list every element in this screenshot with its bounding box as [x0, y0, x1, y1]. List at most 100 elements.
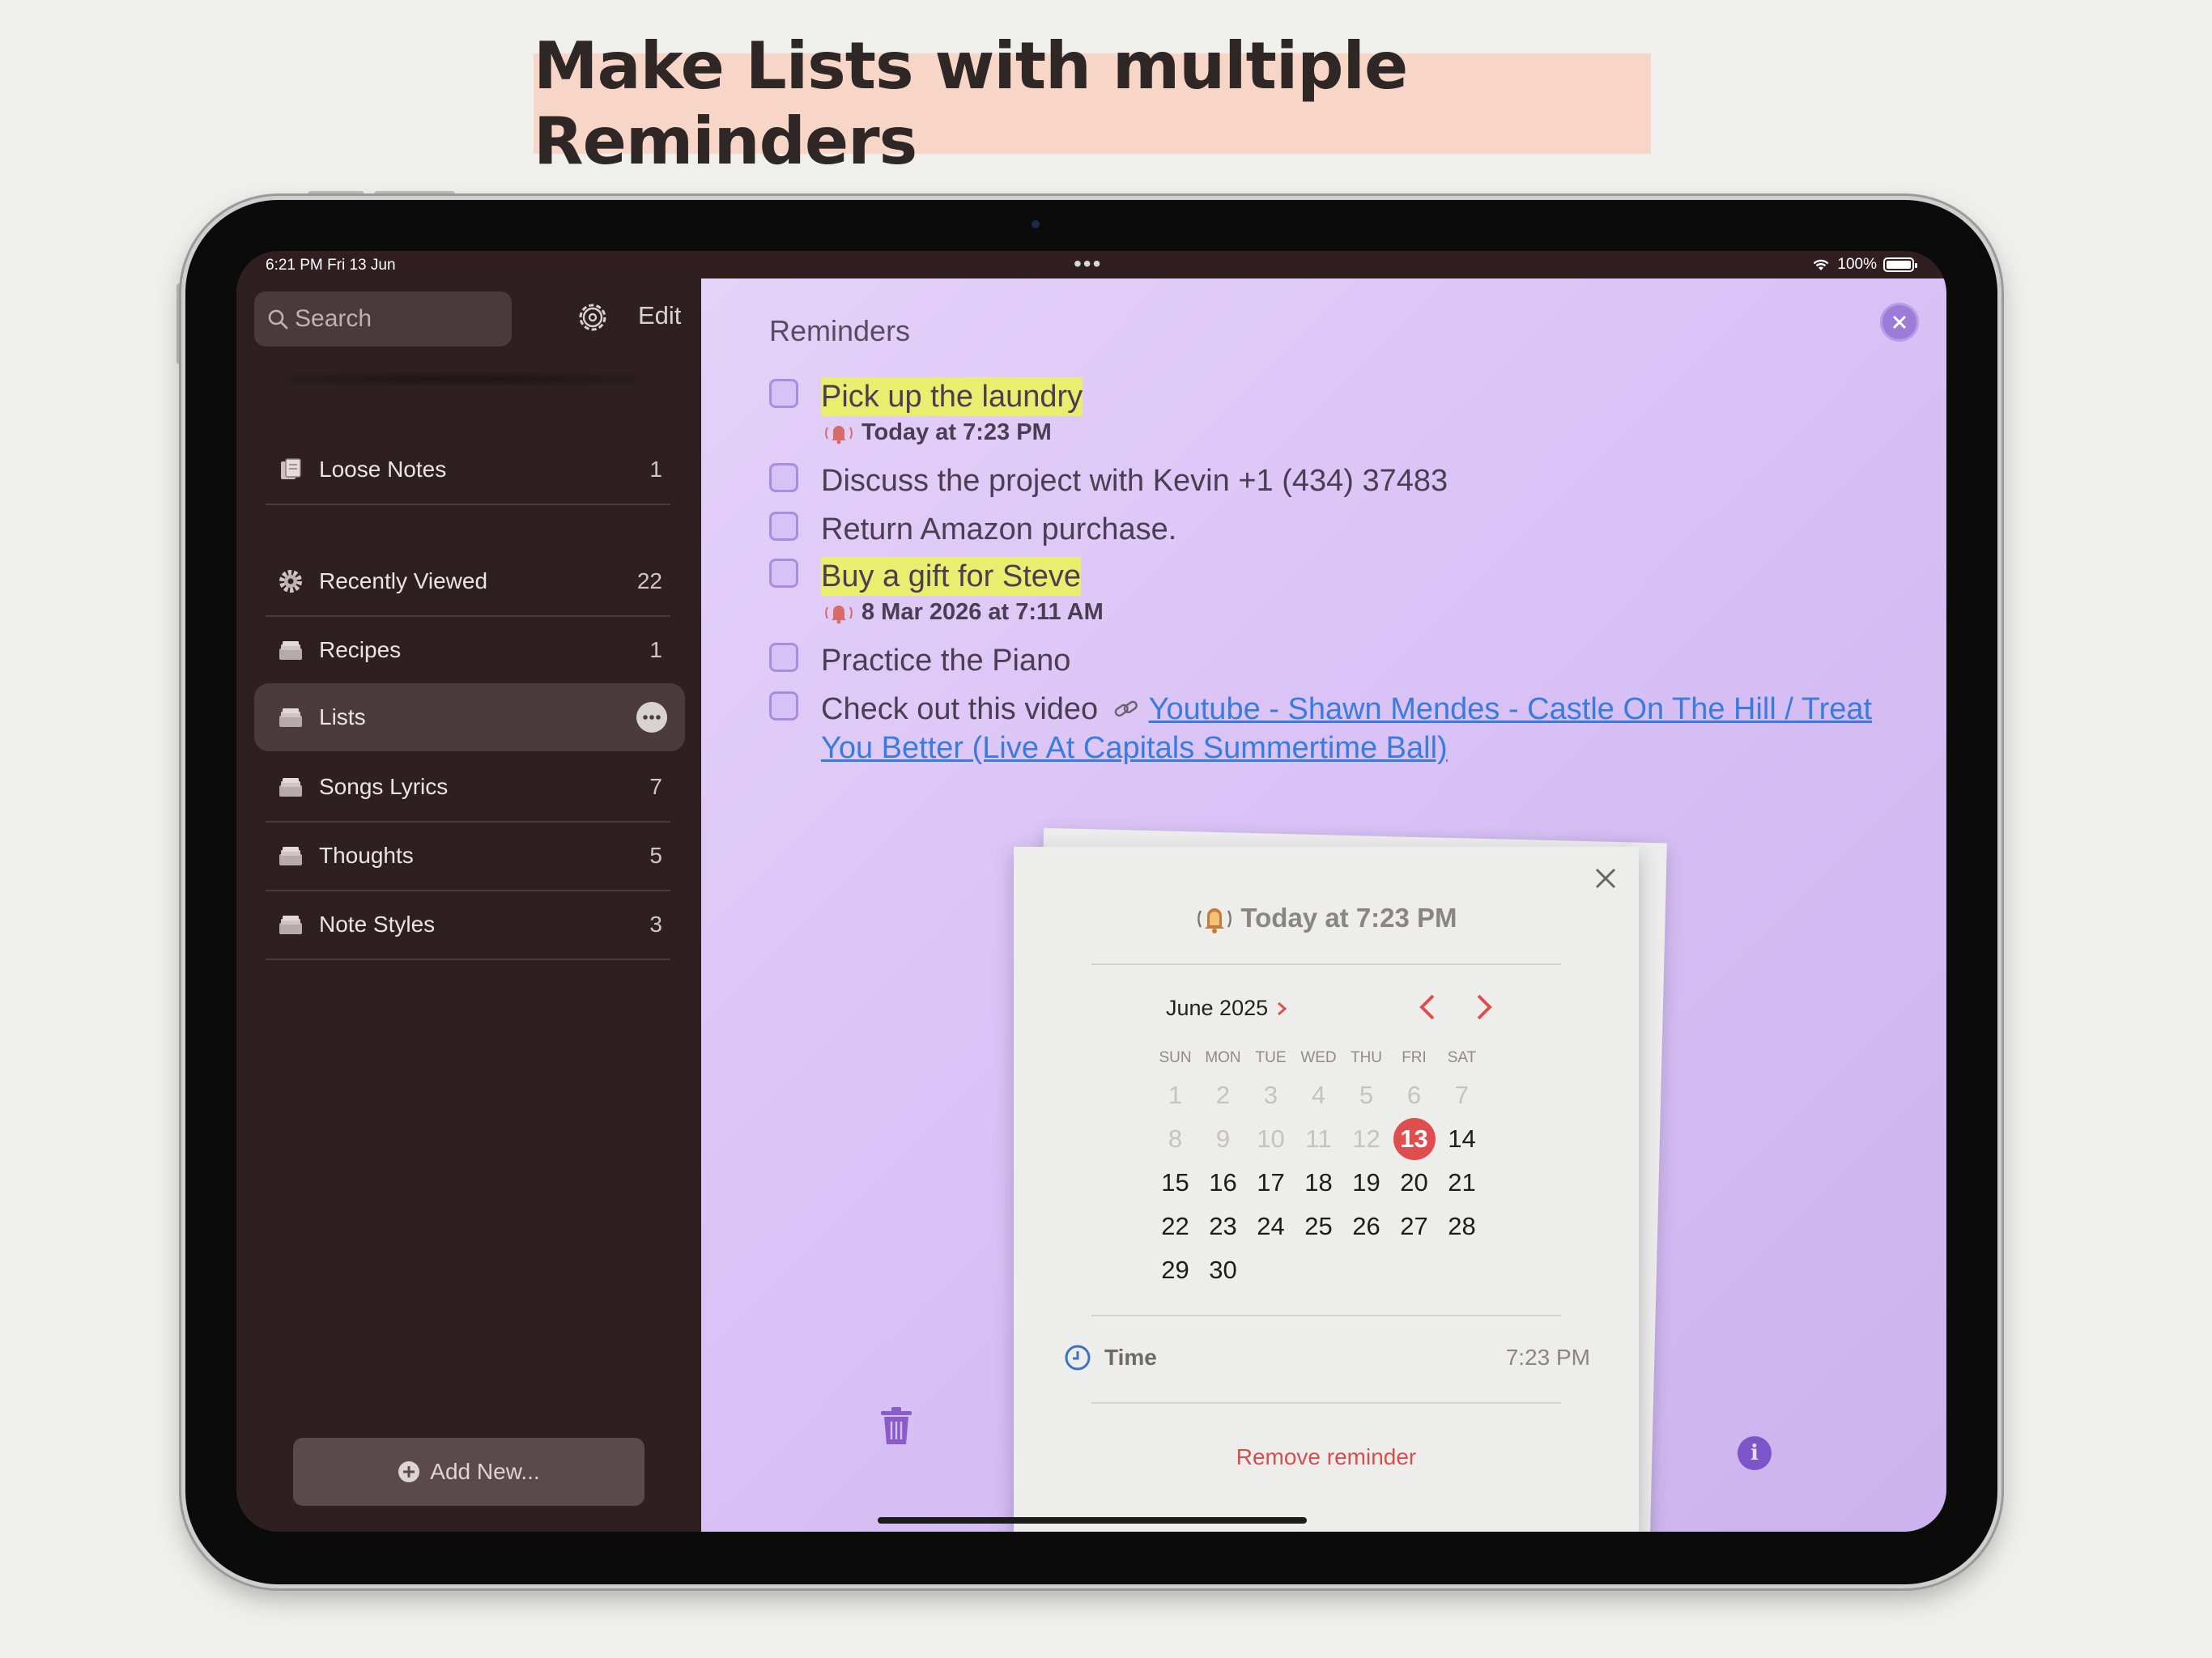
calendar-day: 9 — [1215, 1124, 1231, 1153]
previous-month-icon[interactable] — [1415, 993, 1440, 1022]
sidebar-item-note-styles[interactable]: Note Styles 3 — [254, 891, 685, 959]
plus-circle-icon — [398, 1461, 420, 1482]
calendar-day: 4 — [1311, 1081, 1326, 1109]
video-link-continued[interactable]: You Better (Live At Capitals Summertime … — [821, 731, 1448, 765]
reminder-checkbox[interactable] — [769, 691, 798, 721]
divider — [266, 504, 670, 505]
reminder-date: Today at 7:23 PM — [861, 419, 1052, 445]
trash-icon[interactable] — [879, 1407, 913, 1446]
weekday-label: TUE — [1255, 1049, 1287, 1066]
reminder-checkbox[interactable] — [769, 463, 798, 492]
sidebar-item-lists[interactable]: Lists — [254, 683, 685, 751]
close-icon — [1892, 315, 1907, 329]
reminder-text[interactable]: Pick up the laundry — [821, 377, 1083, 416]
close-icon[interactable] — [1593, 866, 1618, 891]
divider — [266, 959, 670, 960]
reminder-text-block: Check out this video Youtube - Shawn Men… — [821, 690, 1874, 767]
sidebar-item-label: Thoughts — [319, 843, 414, 868]
add-new-button[interactable]: Add New... — [293, 1438, 644, 1506]
calendar-day[interactable]: 14 — [1438, 1117, 1486, 1161]
sidebar-item-songs-lyrics[interactable]: Songs Lyrics 7 — [254, 753, 685, 821]
calendar-day[interactable]: 28 — [1438, 1205, 1486, 1248]
settings-gear-icon[interactable] — [575, 300, 610, 335]
calendar-day[interactable]: 20 — [1390, 1161, 1438, 1205]
popup-title: Today at 7:23 PM — [1014, 902, 1639, 934]
reminder-text[interactable]: Discuss the project with Kevin +1 (434) … — [821, 461, 1448, 500]
battery-icon — [1883, 257, 1917, 272]
sidebar-item-recently-viewed[interactable]: Recently Viewed 22 — [254, 547, 685, 615]
sidebar-item-count: 3 — [649, 912, 662, 937]
weekday-label: SAT — [1447, 1049, 1477, 1066]
calendar-day[interactable]: 25 — [1295, 1205, 1342, 1248]
close-note-button[interactable] — [1880, 303, 1919, 342]
sidebar-item-count: 1 — [649, 637, 662, 662]
days-grid: 1 2 3 4 5 6 7 8 9 10 11 12 13 14 15 16 1… — [1151, 1073, 1486, 1292]
search-placeholder: Search — [295, 305, 372, 332]
sidebar-item-loose-notes[interactable]: Loose Notes 1 — [254, 436, 685, 504]
weekday-label: MON — [1205, 1049, 1241, 1066]
reminder-alarm[interactable]: 8 Mar 2026 at 7:11 AM — [821, 599, 1104, 626]
edit-button[interactable]: Edit — [638, 301, 681, 330]
ipad-screen: 6:21 PM Fri 13 Jun ••• 100% Search Edit … — [236, 251, 1946, 1532]
calendar-day[interactable]: 15 — [1151, 1161, 1199, 1205]
reminder-text[interactable]: Return Amazon purchase. — [821, 510, 1176, 549]
reminder-text[interactable]: Practice the Piano — [821, 641, 1070, 680]
calendar-day[interactable]: 19 — [1342, 1161, 1390, 1205]
reminder-text[interactable]: Check out this video — [821, 692, 1098, 726]
calendar-grid: SUN MON TUE WED THU FRI SAT 1 2 3 4 5 6 … — [1151, 1049, 1486, 1292]
reminder-checkbox[interactable] — [769, 512, 798, 541]
time-value[interactable]: 7:23 PM — [1506, 1345, 1590, 1371]
search-field[interactable]: Search — [254, 291, 512, 346]
reminder-item: Practice the Piano — [769, 641, 1070, 680]
reminder-checkbox[interactable] — [769, 379, 798, 408]
calendar-day: 6 — [1406, 1081, 1422, 1109]
calendar-day[interactable]: 17 — [1247, 1161, 1295, 1205]
chevron-right-icon — [1278, 1001, 1287, 1015]
add-new-label: Add New... — [430, 1459, 540, 1484]
sidebar-item-label: Songs Lyrics — [319, 774, 449, 799]
reminder-item: Pick up the laundry — [769, 377, 1083, 416]
calendar-day[interactable]: 22 — [1151, 1205, 1199, 1248]
video-link[interactable]: Youtube - Shawn Mendes - Castle On The H… — [1149, 692, 1872, 726]
calendar-day[interactable]: 23 — [1199, 1205, 1247, 1248]
calendar-day-selected[interactable]: 13 — [1390, 1117, 1438, 1161]
reminder-popup: Today at 7:23 PM June 2025 SUN MON TUE W… — [1014, 847, 1639, 1532]
reminder-text[interactable]: Buy a gift for Steve — [821, 557, 1082, 596]
remove-reminder-button[interactable]: Remove reminder — [1014, 1444, 1639, 1470]
calendar-day: 1 — [1168, 1081, 1183, 1109]
calendar-day[interactable]: 16 — [1199, 1161, 1247, 1205]
calendar-day[interactable]: 30 — [1199, 1248, 1247, 1292]
sidebar: Search Edit Loose Notes 1 Recently Viewe… — [236, 278, 701, 1532]
gear-icon — [277, 568, 304, 595]
calendar-day[interactable]: 26 — [1342, 1205, 1390, 1248]
month-picker[interactable]: June 2025 — [1166, 996, 1287, 1021]
sidebar-item-recipes[interactable]: Recipes 1 — [254, 616, 685, 684]
reminder-checkbox[interactable] — [769, 559, 798, 588]
battery-percent: 100% — [1837, 256, 1877, 273]
weekday-label: THU — [1350, 1049, 1383, 1066]
notebook-icon — [277, 636, 304, 664]
next-month-icon[interactable] — [1472, 993, 1496, 1022]
calendar-day: 7 — [1454, 1081, 1470, 1109]
multitask-dots[interactable]: ••• — [1074, 251, 1102, 277]
calendar-day: 11 — [1305, 1124, 1332, 1153]
time-row[interactable]: Time 7:23 PM — [1064, 1344, 1590, 1371]
calendar-day[interactable]: 24 — [1247, 1205, 1295, 1248]
more-options-icon[interactable] — [636, 702, 667, 733]
calendar-day[interactable]: 27 — [1390, 1205, 1438, 1248]
info-icon[interactable]: i — [1738, 1436, 1772, 1470]
weekday-header: SUN MON TUE WED THU FRI SAT — [1151, 1049, 1486, 1067]
reminder-alarm[interactable]: Today at 7:23 PM — [821, 419, 1052, 446]
calendar-day: 2 — [1215, 1081, 1231, 1109]
calendar-day[interactable]: 21 — [1438, 1161, 1486, 1205]
reminder-checkbox[interactable] — [769, 643, 798, 672]
status-right: 100% — [1811, 256, 1917, 274]
weekday-label: SUN — [1159, 1049, 1192, 1066]
home-indicator[interactable] — [878, 1517, 1307, 1524]
calendar-day[interactable]: 18 — [1295, 1161, 1342, 1205]
alarm-bell-icon — [825, 425, 853, 444]
divider — [1091, 963, 1561, 965]
calendar-day[interactable]: 29 — [1151, 1248, 1199, 1292]
divider — [1091, 1402, 1561, 1404]
sidebar-item-thoughts[interactable]: Thoughts 5 — [254, 822, 685, 890]
